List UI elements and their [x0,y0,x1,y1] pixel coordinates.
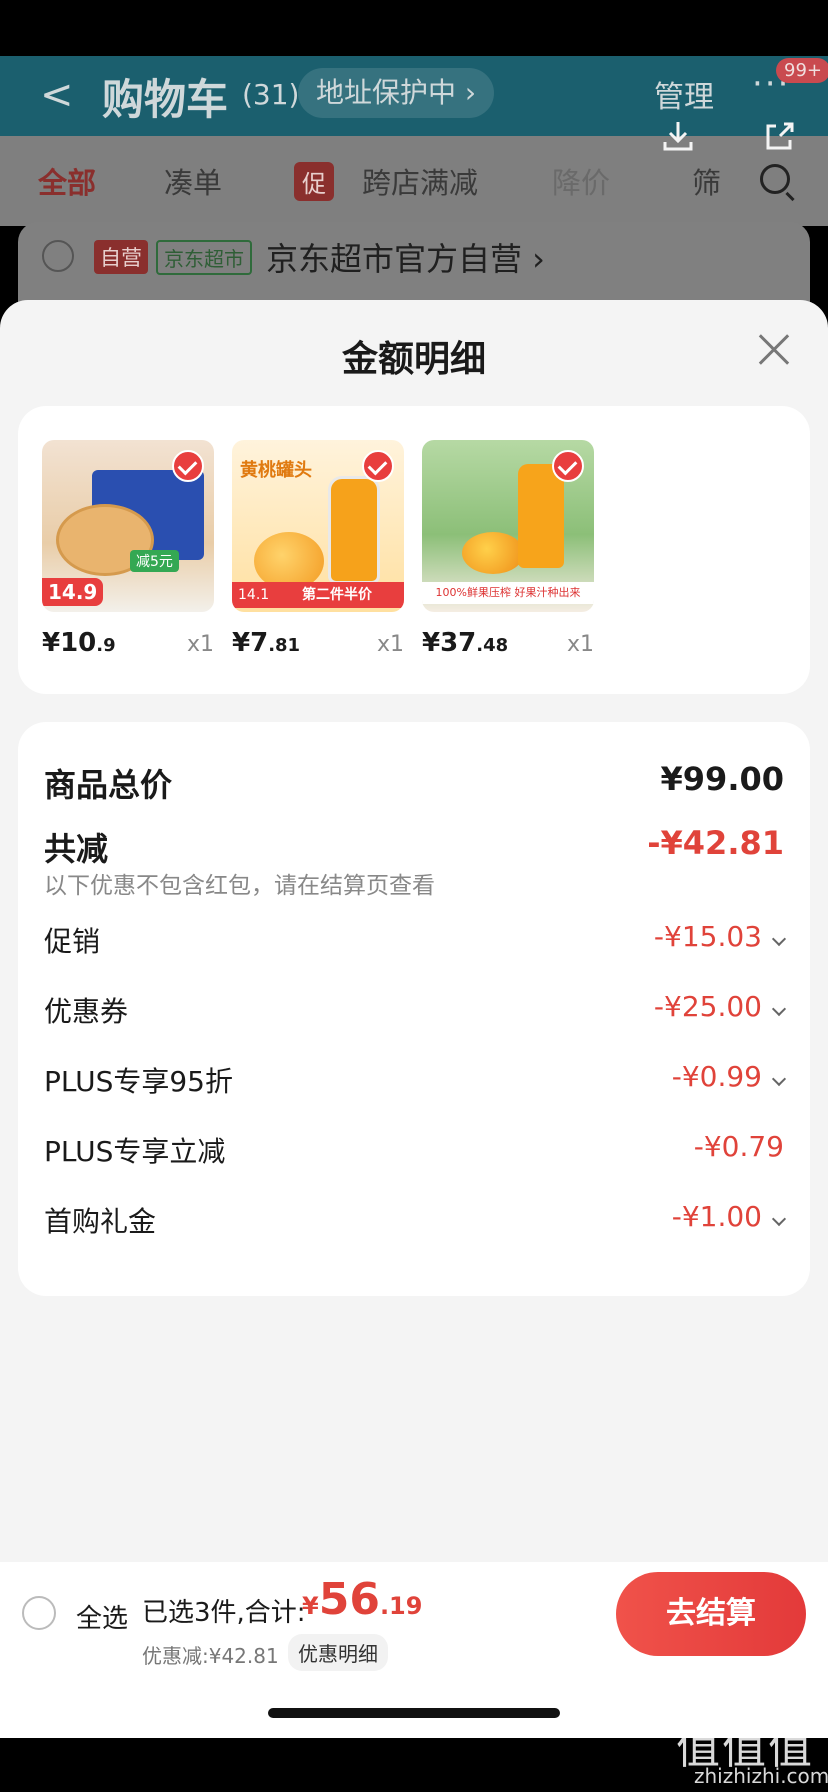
close-icon[interactable] [754,330,794,370]
products-card: 减5元 14.9 ¥10.9 x1 黄桃罐头 14.1 第二件半价 ¥7.81 x… [18,406,810,694]
search-icon[interactable] [760,164,790,194]
amount-detail-sheet: 金额明细 减5元 14.9 ¥10.9 x1 黄桃罐头 14.1 第二件半价 ¥7… [0,300,828,1562]
product-price-tag: 14.9 [42,578,104,606]
discount-label: 首购礼金 [44,1205,157,1238]
discount-summary: 优惠减:¥42.81 [142,1644,279,1668]
product-price: ¥7.81 [232,628,301,658]
tab-price-down[interactable]: 降价 [552,160,610,202]
chevron-down-icon[interactable] [771,1071,787,1087]
chevron-down-icon[interactable] [771,1211,787,1227]
sheet-title: 金额明细 [341,339,486,380]
product-quantity: x1 [566,632,594,657]
product-quantity: x1 [376,632,404,657]
share-icon[interactable] [762,118,798,163]
product-item[interactable]: 减5元 14.9 ¥10.9 x1 [42,440,214,658]
product-image[interactable]: 100%鲜果压榨 好果汁种出来 [422,440,594,612]
product-banner: 100%鲜果压榨 好果汁种出来 [422,582,594,604]
discount-label: 优惠券 [44,995,129,1028]
message-badge: 99+ [776,58,828,83]
total-price-label: 商品总价 [44,766,173,804]
address-protection-pill[interactable]: 地址保护中 › [298,68,495,118]
product-image[interactable]: 减5元 14.9 [42,440,214,612]
jar-image [328,476,380,584]
jd-supermarket-tag: 京东超市 [156,240,252,275]
product-badge: 减5元 [130,550,179,572]
product-image-title: 黄桃罐头 [240,460,312,481]
select-all-radio[interactable] [22,1596,56,1630]
selected-check-icon[interactable] [172,450,204,482]
discount-row-first-purchase[interactable]: 首购礼金 -¥1.00 [44,1200,787,1244]
total-price-value: ¥99.00 [660,760,784,798]
store-row: 自营 京东超市 京东超市官方自营 › [18,222,810,312]
watermark-url: zhizhizhi.com [694,1764,828,1788]
cart-title: 购物车 [102,75,229,124]
select-all-label[interactable]: 全选 [76,1598,128,1635]
mango-image [462,532,524,574]
discount-label: PLUS专享立减 [44,1135,226,1168]
product-price: ¥10.9 [42,628,116,658]
discount-row-promotion[interactable]: 促销 -¥15.03 [44,920,787,964]
home-indicator[interactable] [268,1708,560,1718]
cart-count: (31) [242,78,300,111]
selected-check-icon[interactable] [362,450,394,482]
discount-row-coupon[interactable]: 优惠券 -¥25.00 [44,990,787,1034]
total-reduction-value: -¥42.81 [647,824,784,862]
discount-label: PLUS专享95折 [44,1065,233,1098]
product-price-tag: 14.1 第二件半价 [232,582,404,608]
selected-check-icon[interactable] [552,450,584,482]
status-bar [0,0,828,56]
total-reduction-row: 共减 -¥42.81 [44,824,784,868]
back-arrow-icon[interactable]: < [40,72,74,118]
promo-tag: 促 [294,162,334,201]
total-reduction-label: 共减 [44,830,109,868]
total-price-row: 商品总价 ¥99.00 [44,760,784,804]
tab-cross-store[interactable]: 跨店满减 [362,160,478,202]
tab-all[interactable]: 全部 [38,160,96,202]
selected-count-text: 已选3件,合计: [142,1598,306,1628]
discount-row-plus-95[interactable]: PLUS专享95折 -¥0.99 [44,1060,787,1104]
product-item[interactable]: 100%鲜果压榨 好果汁种出来 ¥37.48 x1 [422,440,594,658]
discount-value: -¥25.00 [653,990,762,1023]
checkout-button[interactable]: 去结算 [616,1572,806,1656]
tab-coudan[interactable]: 凑单 [164,160,222,202]
tab-filter[interactable]: 筛 [692,160,721,202]
amount-summary-card: 商品总价 ¥99.00 共减 -¥42.81 以下优惠不包含红包，请在结算页查看… [18,722,810,1296]
product-item[interactable]: 黄桃罐头 14.1 第二件半价 ¥7.81 x1 [232,440,404,658]
discount-label: 促销 [44,925,101,958]
filter-tab-bar: 全部 凑单 促 跨店满减 降价 筛 [0,136,828,226]
discount-note: 以下优惠不包含红包，请在结算页查看 [44,873,435,899]
discount-value: -¥15.03 [653,920,762,953]
discount-value: -¥1.00 [671,1200,762,1233]
product-image[interactable]: 黄桃罐头 14.1 第二件半价 [232,440,404,612]
manage-button[interactable]: 管理 [654,72,714,116]
discount-row-plus-reduce: PLUS专享立减 -¥0.79 [44,1130,784,1174]
discount-detail-button[interactable]: 优惠明细 [288,1634,388,1671]
total-amount: ¥56.19 [302,1574,423,1625]
store-select-radio[interactable] [42,240,74,272]
self-operated-tag: 自营 [94,240,148,274]
product-price: ¥37.48 [422,628,509,658]
discount-value: -¥0.79 [693,1130,784,1163]
cart-header: < 购物车 (31) 地址保护中 › 管理 ··· 99+ [0,56,828,136]
store-name[interactable]: 京东超市官方自营 › [266,234,545,280]
chevron-down-icon[interactable] [771,1001,787,1017]
download-icon[interactable] [660,118,696,163]
product-quantity: x1 [186,632,214,657]
chevron-down-icon[interactable] [771,931,787,947]
discount-value: -¥0.99 [671,1060,762,1093]
juice-bottle-image [518,464,564,568]
